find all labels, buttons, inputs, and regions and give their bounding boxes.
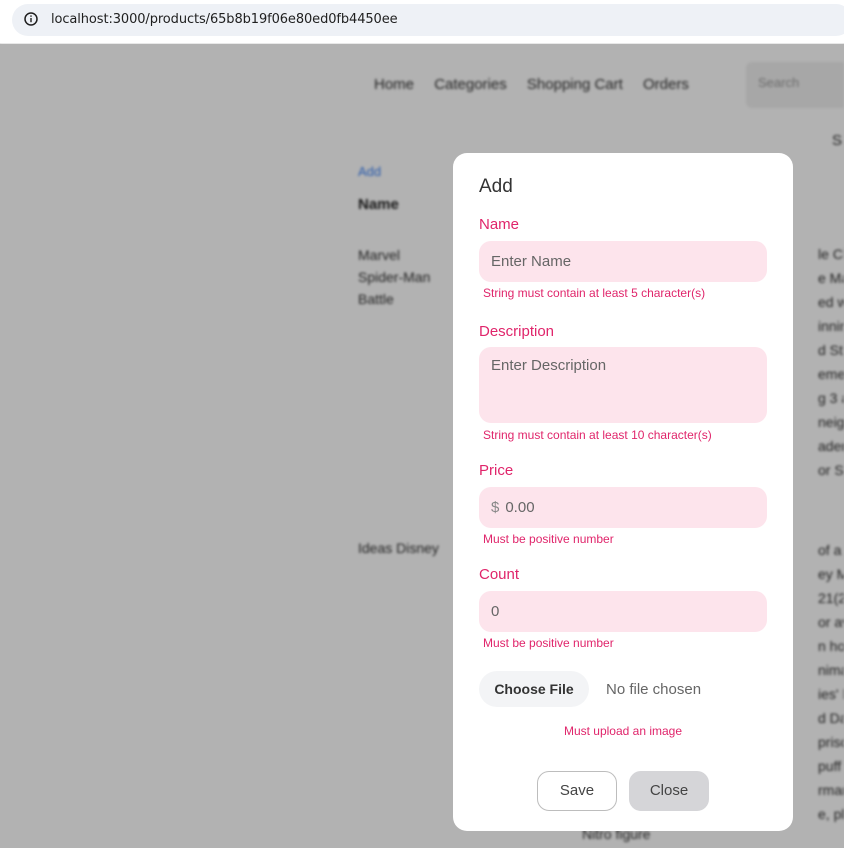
price-label: Price [479, 462, 514, 479]
description-label: Description [479, 323, 555, 340]
count-error: Must be positive number [483, 636, 614, 650]
description-input[interactable]: Enter Description [479, 347, 767, 423]
modal-title: Add [479, 176, 513, 197]
price-input[interactable]: $0.00 [479, 487, 767, 528]
close-button[interactable]: Close [629, 771, 709, 811]
save-button[interactable]: Save [537, 771, 617, 811]
file-status: No file chosen [606, 681, 702, 698]
url-text[interactable]: localhost:3000/products/65b8b19f06e80ed0… [51, 12, 398, 27]
browser-toolbar: localhost:3000/products/65b8b19f06e80ed0… [0, 0, 844, 44]
currency-symbol: $ [491, 499, 500, 516]
price-placeholder: 0.00 [505, 499, 535, 516]
description-placeholder: Enter Description [491, 357, 607, 374]
info-icon[interactable] [24, 12, 38, 26]
description-error: String must contain at least 10 characte… [483, 428, 712, 442]
image-error: Must upload an image [563, 724, 683, 738]
price-error: Must be positive number [483, 532, 614, 546]
name-input[interactable]: Enter Name [479, 241, 767, 282]
name-label: Name [479, 216, 520, 233]
name-error: String must contain at least 5 character… [483, 286, 706, 300]
name-placeholder: Enter Name [491, 253, 572, 270]
address-bar[interactable]: localhost:3000/products/65b8b19f06e80ed0… [12, 4, 844, 36]
choose-file-button[interactable]: Choose File [479, 671, 589, 707]
count-input[interactable]: 0 [479, 591, 767, 632]
count-placeholder: 0 [491, 603, 500, 620]
add-product-modal: Add Name Enter Name String must contain … [453, 153, 793, 831]
count-label: Count [479, 566, 520, 583]
